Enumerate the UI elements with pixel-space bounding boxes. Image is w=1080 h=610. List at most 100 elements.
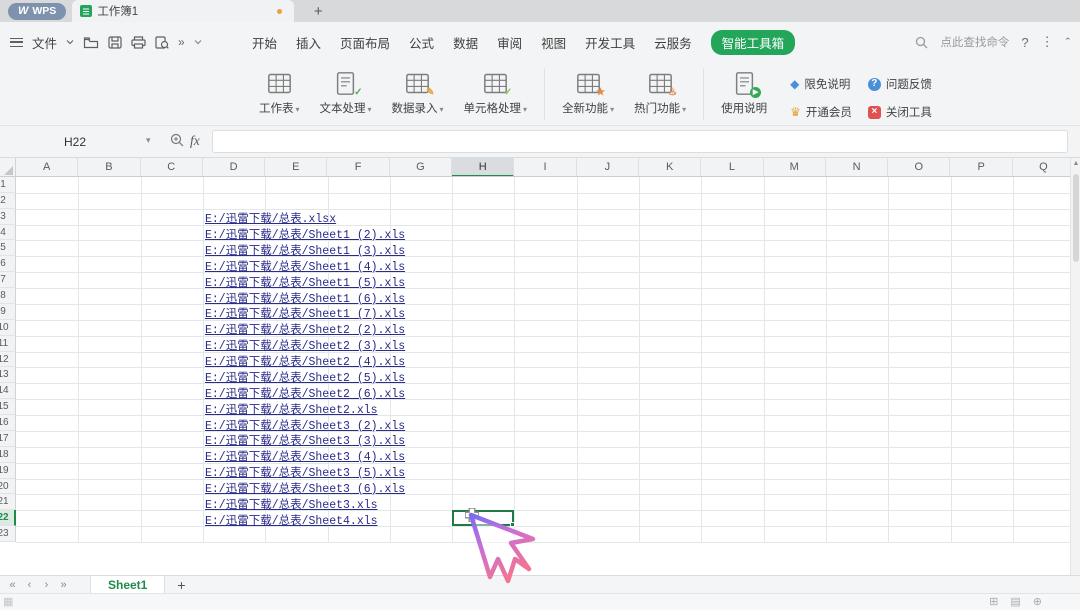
insert-function-fx-icon[interactable]: fx	[190, 133, 200, 149]
save-icon[interactable]	[108, 36, 122, 49]
ribbon-button-使用说明[interactable]: ▶使用说明	[714, 67, 774, 118]
cell-hyperlink[interactable]: E:/迅雷下载/总表/Sheet3 (4).xls	[205, 448, 405, 464]
view-mode-icon-2[interactable]: ▤	[1010, 595, 1020, 608]
toolbar-customize-caret-icon[interactable]	[194, 39, 202, 45]
column-header-N[interactable]: N	[826, 158, 888, 177]
menu-tab-5[interactable]: 数据	[453, 33, 478, 52]
ribbon-button-文本处理[interactable]: ✓文本处理▾	[313, 67, 379, 118]
wps-menu-button[interactable]: W WPS	[8, 3, 66, 20]
column-header-I[interactable]: I	[514, 158, 576, 177]
column-header-L[interactable]: L	[701, 158, 763, 177]
formula-input[interactable]	[212, 130, 1068, 153]
ribbon-button-热门功能[interactable]: ♨热门功能▾	[627, 67, 693, 118]
column-header-C[interactable]: C	[141, 158, 203, 177]
name-box[interactable]: H22	[0, 126, 150, 157]
row-header-11[interactable]: 11	[0, 336, 16, 352]
cell-hyperlink[interactable]: E:/迅雷下载/总表/Sheet2 (3).xls	[205, 337, 405, 353]
row-header-18[interactable]: 18	[0, 447, 16, 463]
cell-hyperlink[interactable]: E:/迅雷下载/总表/Sheet2.xls	[205, 401, 378, 417]
cell-hyperlink[interactable]: E:/迅雷下载/总表/Sheet3 (5).xls	[205, 464, 405, 480]
row-header-1[interactable]: 1	[0, 177, 16, 193]
menu-tab-9[interactable]: 云服务	[654, 33, 692, 52]
sheet-nav-button-2[interactable]: ‹	[21, 579, 38, 591]
row-header-4[interactable]: 4	[0, 225, 16, 241]
ribbon-button-单元格处理[interactable]: ✓单元格处理▾	[457, 67, 535, 118]
menu-tab-1[interactable]: 开始	[252, 33, 277, 52]
row-header-3[interactable]: 3	[0, 209, 16, 225]
row-header-19[interactable]: 19	[0, 463, 16, 479]
name-box-caret-icon[interactable]: ▾	[146, 135, 151, 146]
row-header-2[interactable]: 2	[0, 193, 16, 209]
cell-hyperlink[interactable]: E:/迅雷下载/总表/Sheet1 (5).xls	[205, 274, 405, 290]
column-header-M[interactable]: M	[764, 158, 826, 177]
row-header-15[interactable]: 15	[0, 399, 16, 415]
column-header-D[interactable]: D	[203, 158, 265, 177]
cell-hyperlink[interactable]: E:/迅雷下载/总表/Sheet3 (2).xls	[205, 417, 405, 433]
mini-button-开通会员[interactable]: ♛开通会员	[790, 101, 852, 123]
zoom-magnifier-icon[interactable]	[170, 133, 185, 153]
column-header-H[interactable]: H	[452, 158, 514, 177]
column-header-F[interactable]: F	[328, 158, 390, 177]
column-header-P[interactable]: P	[951, 158, 1013, 177]
cell-hyperlink[interactable]: E:/迅雷下载/总表/Sheet1 (7).xls	[205, 305, 405, 321]
menu-tab-6[interactable]: 审阅	[497, 33, 522, 52]
row-header-8[interactable]: 8	[0, 288, 16, 304]
view-mode-icon-1[interactable]: ⊞	[989, 595, 998, 608]
view-mode-icon-3[interactable]: ⊕	[1033, 595, 1042, 608]
print-preview-icon[interactable]	[155, 36, 169, 49]
row-header-9[interactable]: 9	[0, 304, 16, 320]
column-header-Q[interactable]: Q	[1013, 158, 1070, 177]
scroll-up-icon[interactable]: ▲	[1072, 160, 1080, 167]
row-header-16[interactable]: 16	[0, 415, 16, 431]
column-header-O[interactable]: O	[888, 158, 950, 177]
column-header-K[interactable]: K	[639, 158, 701, 177]
cell-hyperlink[interactable]: E:/迅雷下载/总表.xlsx	[205, 210, 336, 226]
row-header-17[interactable]: 17	[0, 431, 16, 447]
row-header-6[interactable]: 6	[0, 256, 16, 272]
sheet-nav-button-1[interactable]: «	[4, 579, 21, 591]
new-document-tab-button[interactable]: +	[308, 3, 328, 20]
row-header-12[interactable]: 12	[0, 352, 16, 368]
row-header-22[interactable]: 22	[0, 510, 16, 526]
row-header-20[interactable]: 20	[0, 479, 16, 495]
collapse-ribbon-icon[interactable]: ˆ	[1066, 35, 1070, 50]
row-header-7[interactable]: 7	[0, 272, 16, 288]
column-header-G[interactable]: G	[390, 158, 452, 177]
mini-button-限免说明[interactable]: ◆限免说明	[790, 73, 852, 95]
cell-hyperlink[interactable]: E:/迅雷下载/总表/Sheet3 (3).xls	[205, 432, 405, 448]
mini-button-关闭工具[interactable]: ×关闭工具	[868, 101, 932, 123]
cell-hyperlink[interactable]: E:/迅雷下载/总表/Sheet1 (3).xls	[205, 242, 405, 258]
row-header-21[interactable]: 21	[0, 494, 16, 510]
menu-tab-2[interactable]: 插入	[296, 33, 321, 52]
cell-hyperlink[interactable]: E:/迅雷下载/总表/Sheet4.xls	[205, 512, 378, 528]
menu-tab-4[interactable]: 公式	[409, 33, 434, 52]
row-header-23[interactable]: 23	[0, 526, 16, 542]
column-header-B[interactable]: B	[78, 158, 140, 177]
cell-hyperlink[interactable]: E:/迅雷下载/总表/Sheet2 (5).xls	[205, 369, 405, 385]
command-search-hint[interactable]: 点此查找命令	[940, 34, 1009, 50]
file-caret-down-icon[interactable]	[66, 39, 74, 45]
file-menu-button[interactable]: 文件	[32, 33, 57, 52]
help-icon[interactable]: ?	[1021, 35, 1028, 50]
sheet-nav-button-4[interactable]: »	[55, 579, 72, 591]
column-header-A[interactable]: A	[16, 158, 78, 177]
row-header-13[interactable]: 13	[0, 367, 16, 383]
menu-tab-8[interactable]: 开发工具	[585, 33, 635, 52]
mini-button-问题反馈[interactable]: ?问题反馈	[868, 73, 932, 95]
ribbon-button-工作表[interactable]: 工作表▾	[252, 67, 307, 118]
menu-tab-10[interactable]: 智能工具箱	[711, 30, 796, 55]
row-header-10[interactable]: 10	[0, 320, 16, 336]
search-icon[interactable]	[915, 36, 928, 49]
vertical-scroll-thumb[interactable]	[1073, 174, 1079, 262]
cell-hyperlink[interactable]: E:/迅雷下载/总表/Sheet1 (6).xls	[205, 290, 405, 306]
toolbar-overflow-icon[interactable]: »	[178, 35, 185, 49]
menu-tab-3[interactable]: 页面布局	[340, 33, 390, 52]
column-header-J[interactable]: J	[577, 158, 639, 177]
add-sheet-button[interactable]: +	[177, 577, 185, 593]
open-folder-icon[interactable]	[83, 36, 99, 49]
cell-hyperlink[interactable]: E:/迅雷下载/总表/Sheet1 (4).xls	[205, 258, 405, 274]
ribbon-button-全新功能[interactable]: ★全新功能▾	[555, 67, 621, 118]
column-header-E[interactable]: E	[265, 158, 327, 177]
cell-hyperlink[interactable]: E:/迅雷下载/总表/Sheet2 (6).xls	[205, 385, 405, 401]
select-all-corner[interactable]	[0, 158, 16, 177]
